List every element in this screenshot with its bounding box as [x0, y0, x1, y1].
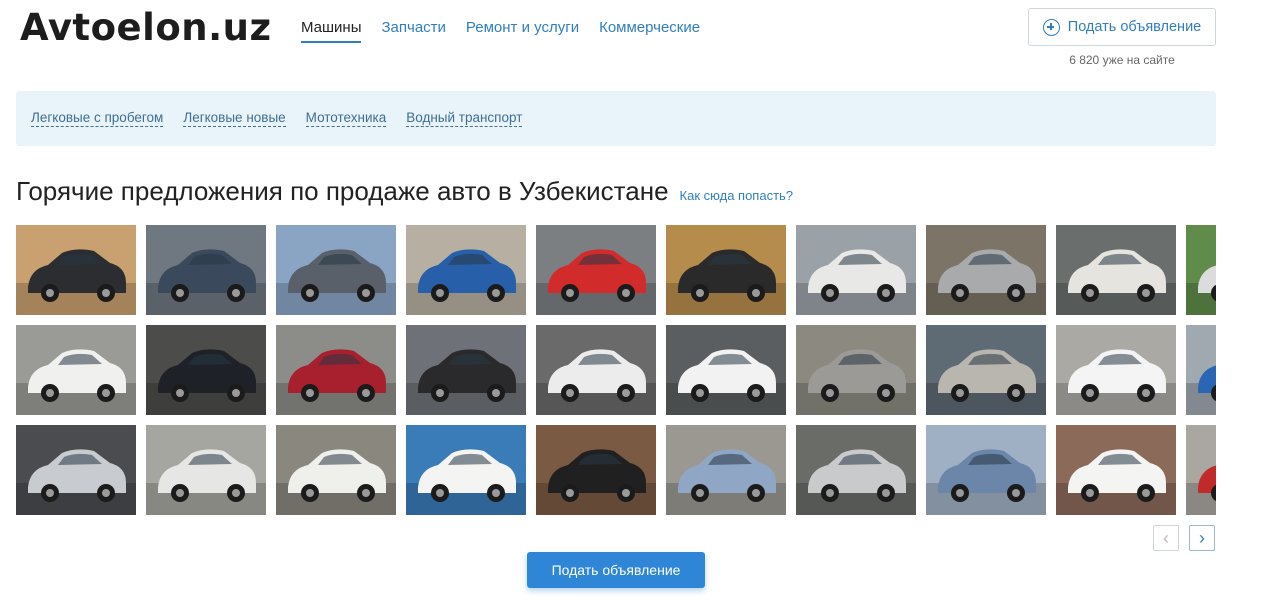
car-thumbnail[interactable]	[276, 425, 396, 515]
car-thumbnail[interactable]	[406, 325, 526, 415]
car-thumbnail[interactable]	[1056, 425, 1176, 515]
gallery-prev-button[interactable]: ‹	[1153, 525, 1179, 551]
car-thumbnail[interactable]	[666, 225, 786, 315]
page-title: Горячие предложения по продаже авто в Уз…	[16, 176, 669, 206]
car-thumbnail[interactable]	[926, 225, 1046, 315]
car-thumbnail[interactable]	[1056, 225, 1176, 315]
post-ad-button[interactable]: Подать объявление	[1028, 8, 1216, 46]
car-thumbnail[interactable]	[926, 425, 1046, 515]
online-count: 6 820 уже на сайте	[1069, 53, 1175, 67]
car-thumbnail[interactable]	[406, 425, 526, 515]
nav-item-cars[interactable]: Машины	[301, 19, 362, 43]
car-thumbnail[interactable]	[276, 325, 396, 415]
car-thumbnail[interactable]	[16, 325, 136, 415]
hot-offers-gallery	[16, 225, 1216, 515]
subnav-item-water-transport[interactable]: Водный транспорт	[406, 110, 523, 127]
car-thumbnail[interactable]	[146, 325, 266, 415]
car-thumbnail[interactable]	[1186, 425, 1216, 515]
main-nav: Машины Запчасти Ремонт и услуги Коммерче…	[301, 19, 720, 43]
car-thumbnail[interactable]	[666, 425, 786, 515]
nav-item-repair-services[interactable]: Ремонт и услуги	[466, 19, 579, 43]
car-thumbnail[interactable]	[406, 225, 526, 315]
chevron-right-icon: ›	[1199, 527, 1205, 548]
car-thumbnail[interactable]	[536, 425, 656, 515]
nav-item-commercial[interactable]: Коммерческие	[599, 19, 700, 43]
site-logo[interactable]: Avtoelon.uz	[20, 6, 272, 49]
car-thumbnail[interactable]	[276, 225, 396, 315]
car-thumbnail[interactable]	[536, 325, 656, 415]
car-thumbnail[interactable]	[926, 325, 1046, 415]
car-thumbnail[interactable]	[1186, 325, 1216, 415]
car-thumbnail[interactable]	[1056, 325, 1176, 415]
car-thumbnail[interactable]	[796, 225, 916, 315]
nav-item-parts[interactable]: Запчасти	[381, 19, 445, 43]
category-subnav: Легковые с пробегом Легковые новые Мотот…	[16, 91, 1216, 146]
hot-offers-header: Горячие предложения по продаже авто в Уз…	[16, 176, 793, 207]
car-thumbnail[interactable]	[16, 225, 136, 315]
car-thumbnail[interactable]	[1186, 225, 1216, 315]
chevron-left-icon: ‹	[1163, 527, 1169, 548]
subnav-item-motorcycles[interactable]: Мототехника	[305, 110, 387, 127]
car-thumbnail[interactable]	[16, 425, 136, 515]
gallery-next-button[interactable]: ›	[1189, 525, 1215, 551]
post-ad-cta-button[interactable]: Подать объявление	[527, 552, 705, 588]
car-thumbnail[interactable]	[146, 225, 266, 315]
plus-circle-icon	[1042, 18, 1060, 36]
car-thumbnail[interactable]	[796, 425, 916, 515]
car-thumbnail[interactable]	[536, 225, 656, 315]
subnav-item-used-cars[interactable]: Легковые с пробегом	[31, 110, 164, 127]
post-ad-button-label: Подать объявление	[1067, 19, 1202, 35]
subnav-item-new-cars[interactable]: Легковые новые	[183, 110, 286, 127]
car-thumbnail[interactable]	[666, 325, 786, 415]
car-thumbnail[interactable]	[146, 425, 266, 515]
car-thumbnail[interactable]	[796, 325, 916, 415]
how-to-get-here-link[interactable]: Как сюда попасть?	[680, 188, 794, 203]
